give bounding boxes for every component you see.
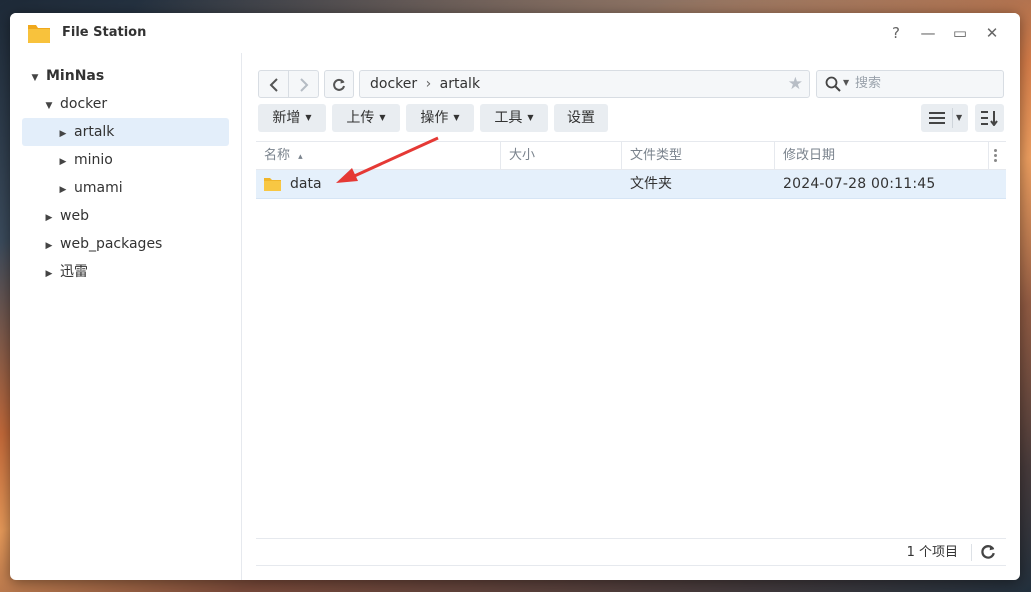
view-button-divider	[952, 108, 953, 128]
chevron-left-icon	[269, 78, 278, 92]
chevron-right-icon	[299, 78, 308, 92]
list-view-icon	[929, 112, 945, 124]
help-button[interactable]: ?	[886, 23, 906, 43]
search-options-caret-icon[interactable]: ▼	[843, 78, 849, 87]
search-input[interactable]: 搜索	[855, 71, 881, 97]
back-button[interactable]	[258, 70, 289, 98]
tree-item-docker[interactable]: ▼ docker	[22, 90, 251, 118]
tree-item-web[interactable]: ▶ web	[22, 202, 229, 230]
dropdown-caret-icon: ▼	[527, 113, 534, 122]
expanded-caret-icon[interactable]: ▼	[30, 64, 40, 92]
column-header-name[interactable]: 名称 ▴	[256, 142, 501, 170]
dropdown-caret-icon: ▼	[305, 113, 312, 122]
refresh-icon	[333, 78, 345, 91]
breadcrumb-item-artalk[interactable]: artalk	[440, 76, 480, 92]
column-modified-label: 修改日期	[783, 148, 836, 163]
action-button[interactable]: 操作 ▼	[406, 104, 474, 132]
view-mode-button[interactable]: ▼	[921, 104, 968, 132]
window-title: File Station	[62, 25, 147, 40]
main-panel: docker › artalk ★ ▼ 搜索 新增 ▼ 上传 ▼ 操作 ▼ 工具 ▼ 设…	[242, 53, 1020, 580]
tree-item-label: web	[60, 208, 89, 224]
file-station-window: File Station ? — ▭ ✕ ▼ MinNas ▼ docker ▶ ar…	[10, 13, 1020, 580]
title-bar[interactable]: File Station ? — ▭ ✕	[10, 13, 1020, 53]
tools-button-label: 工具	[494, 110, 523, 126]
refresh-icon[interactable]	[980, 544, 996, 560]
tree-item-minnas[interactable]: ▼ MinNas	[22, 62, 237, 90]
table-row[interactable]: data 文件夹 2024-07-28 00:11:45	[256, 170, 1006, 199]
expanded-caret-icon[interactable]: ▼	[44, 92, 54, 120]
collapsed-caret-icon[interactable]: ▶	[58, 148, 68, 176]
search-box[interactable]: ▼ 搜索	[816, 70, 1004, 98]
close-button[interactable]: ✕	[982, 23, 1002, 43]
action-button-label: 操作	[420, 110, 449, 126]
file-station-app-icon	[28, 25, 50, 43]
breadcrumb: docker › artalk	[370, 71, 480, 97]
maximize-button[interactable]: ▭	[950, 23, 970, 43]
forward-button[interactable]	[288, 70, 319, 98]
status-divider	[971, 544, 972, 561]
tree-item-web-packages[interactable]: ▶ web_packages	[22, 230, 229, 258]
sort-ascending-icon: ▴	[298, 152, 303, 162]
sort-button[interactable]	[975, 104, 1004, 132]
dropdown-caret-icon: ▼	[453, 113, 460, 122]
collapsed-caret-icon[interactable]: ▶	[58, 176, 68, 204]
file-modified-date: 2024-07-28 00:11:45	[783, 176, 936, 192]
tree-item-label: docker	[60, 96, 108, 112]
column-menu-icon[interactable]	[994, 149, 997, 163]
breadcrumb-separator: ›	[425, 76, 432, 92]
file-name: data	[290, 176, 322, 192]
folder-icon	[264, 178, 281, 191]
file-list-header: 名称 ▴ 大小 文件类型 修改日期	[256, 141, 1006, 170]
upload-button[interactable]: 上传 ▼	[332, 104, 400, 132]
search-icon	[825, 76, 841, 92]
collapsed-caret-icon[interactable]: ▶	[44, 260, 54, 288]
tree-item-label: artalk	[74, 124, 115, 140]
collapsed-caret-icon[interactable]: ▶	[58, 120, 68, 148]
column-header-modified[interactable]: 修改日期	[775, 142, 989, 170]
tree-item-label: web_packages	[60, 236, 163, 252]
refresh-button[interactable]	[324, 70, 354, 98]
tree-item-xunlei[interactable]: ▶ 迅雷	[22, 258, 229, 286]
item-count: 1 个项目	[906, 545, 958, 560]
breadcrumb-item-docker[interactable]: docker	[370, 76, 417, 92]
column-header-size[interactable]: 大小	[501, 142, 622, 170]
tools-button[interactable]: 工具 ▼	[480, 104, 548, 132]
dropdown-caret-icon: ▼	[379, 113, 386, 122]
status-bar: 1 个项目	[256, 538, 1006, 566]
tree-item-label: MinNas	[46, 68, 105, 84]
column-type-label: 文件类型	[630, 148, 683, 163]
view-dropdown-caret-icon[interactable]: ▼	[956, 104, 962, 132]
folder-tree: ▼ MinNas ▼ docker ▶ artalk ▶ minio ▶ umami ▶ w…	[10, 53, 242, 580]
column-header-type[interactable]: 文件类型	[622, 142, 775, 170]
collapsed-caret-icon[interactable]: ▶	[44, 232, 54, 260]
tree-item-artalk[interactable]: ▶ artalk	[22, 118, 229, 146]
new-button[interactable]: 新增 ▼	[258, 104, 326, 132]
column-name-label: 名称	[264, 148, 291, 163]
minimize-button[interactable]: —	[918, 23, 938, 43]
tree-item-minio[interactable]: ▶ minio	[22, 146, 229, 174]
upload-button-label: 上传	[346, 110, 375, 126]
tree-item-label: minio	[74, 152, 113, 168]
settings-button-label: 设置	[567, 110, 595, 126]
favorite-star-icon[interactable]: ★	[788, 74, 803, 94]
column-size-label: 大小	[509, 148, 536, 163]
new-button-label: 新增	[272, 110, 301, 126]
tree-item-label: 迅雷	[60, 264, 88, 280]
file-type: 文件夹	[630, 176, 672, 192]
collapsed-caret-icon[interactable]: ▶	[44, 204, 54, 232]
sort-icon	[981, 111, 998, 126]
path-bar[interactable]: docker › artalk ★	[359, 70, 810, 98]
settings-button[interactable]: 设置	[554, 104, 608, 132]
tree-item-label: umami	[74, 180, 123, 196]
tree-item-umami[interactable]: ▶ umami	[22, 174, 229, 202]
